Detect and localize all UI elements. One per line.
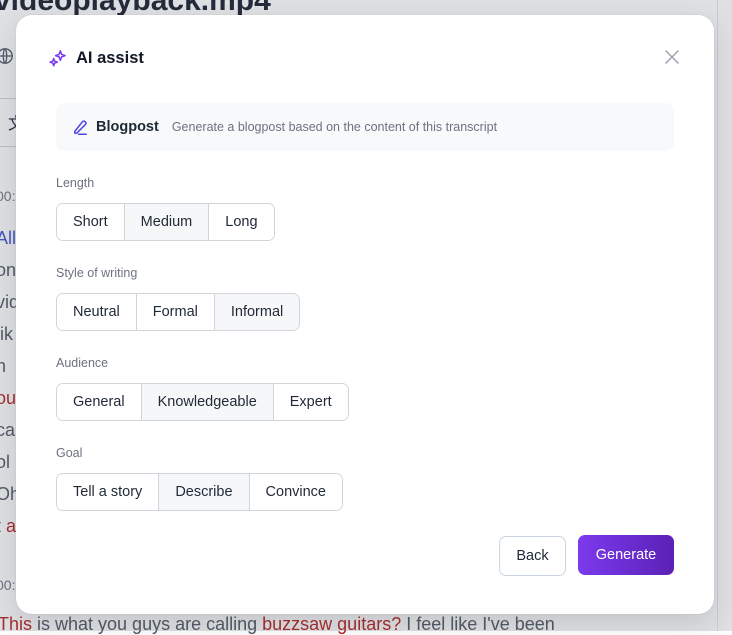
goal-option-convince[interactable]: Convince: [249, 474, 342, 510]
blogpost-type-card: Blogpost Generate a blogpost based on th…: [56, 103, 674, 151]
audience-label: Audience: [56, 356, 109, 370]
style-option-informal[interactable]: Informal: [214, 294, 300, 330]
style-group: Style of writing Neutral Formal Informal: [56, 266, 301, 331]
audience-option-general[interactable]: General: [57, 384, 142, 420]
goal-option-tell-a-story[interactable]: Tell a story: [57, 474, 160, 510]
goal-label: Goal: [56, 446, 83, 460]
sparkles-icon: [49, 50, 66, 67]
length-option-medium[interactable]: Medium: [124, 204, 210, 240]
type-name: Blogpost: [96, 119, 159, 135]
audience-option-expert[interactable]: Expert: [273, 384, 348, 420]
pencil-icon: [74, 119, 87, 135]
type-description: Generate a blogpost based on the content…: [171, 120, 498, 134]
style-option-formal[interactable]: Formal: [136, 294, 215, 330]
goal-group: Goal Tell a story Describe Convince: [56, 446, 343, 511]
goal-option-describe[interactable]: Describe: [159, 474, 250, 510]
close-icon[interactable]: [664, 49, 680, 65]
back-button[interactable]: Back: [499, 536, 566, 576]
audience-selector: General Knowledgeable Expert: [56, 383, 349, 421]
length-selector: Short Medium Long: [56, 203, 275, 241]
length-label: Length: [56, 176, 95, 190]
length-option-long[interactable]: Long: [209, 204, 274, 240]
goal-selector: Tell a story Describe Convince: [56, 473, 343, 511]
length-group: Length Short Medium Long: [56, 176, 275, 241]
modal-title: AI assist: [76, 49, 144, 67]
audience-option-knowledgeable[interactable]: Knowledgeable: [141, 384, 274, 420]
style-selector: Neutral Formal Informal: [56, 293, 301, 331]
audience-group: Audience General Knowledgeable Expert: [56, 356, 349, 421]
ai-assist-modal: AI assist Blogpost Generate a blogpost b…: [16, 15, 714, 614]
style-option-neutral[interactable]: Neutral: [57, 294, 137, 330]
length-option-short[interactable]: Short: [57, 204, 125, 240]
generate-button[interactable]: Generate: [578, 535, 674, 575]
modal-header: AI assist: [48, 49, 144, 68]
style-label: Style of writing: [56, 266, 138, 280]
